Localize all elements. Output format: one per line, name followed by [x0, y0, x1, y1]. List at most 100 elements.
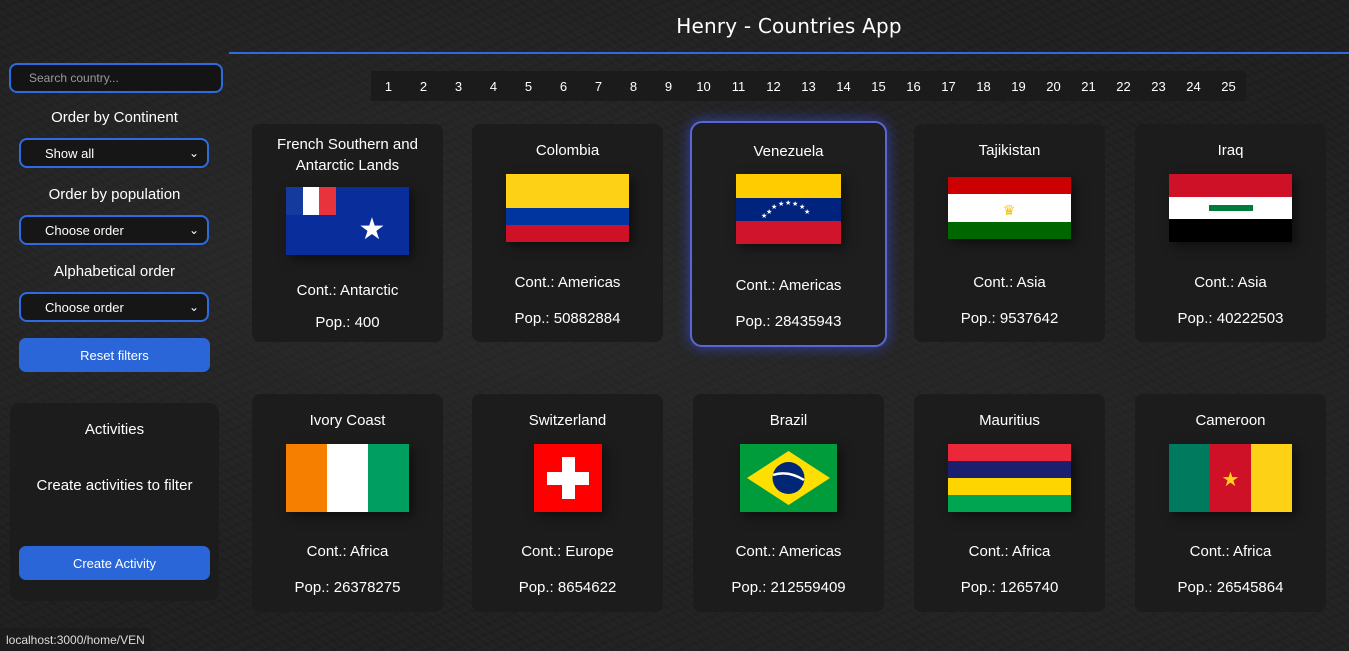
page-button[interactable]: 16	[896, 71, 931, 101]
country-card[interactable]: French Southern and Antarctic Lands ★ Co…	[252, 124, 443, 342]
page-button[interactable]: 2	[406, 71, 441, 101]
country-name: Brazil	[769, 412, 808, 429]
iraq-flag-icon	[1169, 174, 1292, 242]
country-continent: Cont.: Antarctic	[296, 282, 399, 299]
page-button[interactable]: 20	[1036, 71, 1071, 101]
page-button[interactable]: 9	[651, 71, 686, 101]
country-continent: Cont.: Africa	[1189, 543, 1272, 560]
country-continent: Cont.: Asia	[1194, 274, 1267, 291]
page-button[interactable]: 12	[756, 71, 791, 101]
svg-text:★: ★	[792, 200, 798, 208]
country-population: Pop.: 1265740	[960, 579, 1059, 596]
population-select[interactable]: Choose order ⌄	[19, 215, 209, 245]
search-input[interactable]	[9, 63, 223, 93]
cameroon-flag-icon: ★	[1169, 444, 1292, 512]
page-button[interactable]: 10	[686, 71, 721, 101]
pagination: 1 2 3 4 5 6 7 8 9 10 11 12 13 14 15 16 1…	[371, 71, 1246, 101]
country-population: Pop.: 212559409	[731, 579, 846, 596]
page-button[interactable]: 18	[966, 71, 1001, 101]
page-button[interactable]: 3	[441, 71, 476, 101]
page-button[interactable]: 5	[511, 71, 546, 101]
page-button[interactable]: 11	[721, 71, 756, 101]
chevron-down-icon: ⌄	[188, 300, 199, 314]
page-button[interactable]: 22	[1106, 71, 1141, 101]
app-title: Henry - Countries App	[676, 14, 902, 38]
alphabetical-select[interactable]: Choose order ⌄	[19, 292, 209, 322]
page-button[interactable]: 24	[1176, 71, 1211, 101]
continent-filter-label: Order by Continent	[51, 109, 178, 126]
country-name: Venezuela	[753, 143, 824, 160]
country-population: Pop.: 50882884	[514, 310, 621, 327]
chevron-down-icon: ⌄	[188, 146, 199, 160]
country-name: Ivory Coast	[309, 412, 386, 429]
alphabetical-select-value: Choose order	[45, 299, 124, 315]
page-button[interactable]: 4	[476, 71, 511, 101]
title-divider	[229, 52, 1349, 54]
page-button[interactable]: 17	[931, 71, 966, 101]
switzerland-flag-icon	[534, 444, 602, 512]
country-population: Pop.: 40222503	[1177, 310, 1284, 327]
page-button[interactable]: 15	[861, 71, 896, 101]
svg-text:★: ★	[359, 212, 386, 247]
country-name: Cameroon	[1195, 412, 1266, 429]
country-name: Colombia	[535, 142, 600, 159]
create-activity-button[interactable]: Create Activity	[19, 546, 210, 580]
browser-status-url: localhost:3000/home/VEN	[0, 628, 151, 651]
country-population: Pop.: 9537642	[960, 310, 1059, 327]
svg-text:★: ★	[761, 212, 767, 220]
page-button[interactable]: 19	[1001, 71, 1036, 101]
page-button[interactable]: 6	[546, 71, 581, 101]
country-continent: Cont.: Americas	[514, 274, 621, 291]
country-card[interactable]: Cameroon ★ Cont.: Africa Pop.: 26545864	[1135, 394, 1326, 612]
country-population: Pop.: 8654622	[518, 579, 617, 596]
svg-text:★: ★	[1222, 467, 1240, 491]
country-card[interactable]: Tajikistan ♛ Cont.: Asia Pop.: 9537642	[914, 124, 1105, 342]
page-button[interactable]: 14	[826, 71, 861, 101]
country-card[interactable]: Ivory Coast Cont.: Africa Pop.: 26378275	[252, 394, 443, 612]
country-population: Pop.: 26545864	[1177, 579, 1284, 596]
country-name: Tajikistan	[978, 142, 1041, 159]
country-card[interactable]: Switzerland Cont.: Europe Pop.: 8654622	[472, 394, 663, 612]
page-button[interactable]: 8	[616, 71, 651, 101]
country-card[interactable]: Iraq Cont.: Asia Pop.: 40222503	[1135, 124, 1326, 342]
activities-title: Activities	[84, 421, 145, 438]
country-continent: Cont.: Americas	[735, 277, 842, 294]
country-continent: Cont.: Africa	[306, 543, 389, 560]
country-population: Pop.: 400	[315, 314, 380, 331]
country-card[interactable]: Mauritius Cont.: Africa Pop.: 1265740	[914, 394, 1105, 612]
page-button[interactable]: 7	[581, 71, 616, 101]
svg-text:★: ★	[771, 203, 777, 211]
country-population: Pop.: 26378275	[294, 579, 401, 596]
continent-select[interactable]: Show all ⌄	[19, 138, 209, 168]
svg-text:★: ★	[785, 199, 791, 207]
country-card[interactable]: Colombia Cont.: Americas Pop.: 50882884	[472, 124, 663, 342]
mauritius-flag-icon	[948, 444, 1071, 512]
french-southern-flag-icon: ★	[286, 187, 409, 255]
country-card-selected[interactable]: Venezuela ★ ★ ★ ★ ★ ★ ★ ★ Cont.: Americas Pop…	[690, 121, 887, 347]
page-button[interactable]: 13	[791, 71, 826, 101]
country-continent: Cont.: Asia	[973, 274, 1046, 291]
population-filter-label: Order by population	[48, 186, 181, 203]
country-population: Pop.: 28435943	[735, 313, 842, 330]
country-name: Iraq	[1217, 142, 1244, 159]
sidebar: Order by Continent Show all ⌄ Order by p…	[0, 0, 229, 651]
page-button[interactable]: 1	[371, 71, 406, 101]
population-select-value: Choose order	[45, 222, 124, 238]
country-name: Mauritius	[979, 412, 1040, 429]
activities-empty-message: Create activities to filter	[36, 477, 193, 494]
ivory-coast-flag-icon	[286, 444, 409, 512]
svg-text:★: ★	[804, 208, 810, 216]
chevron-down-icon: ⌄	[188, 223, 199, 237]
page-button[interactable]: 21	[1071, 71, 1106, 101]
tajikistan-flag-icon: ♛	[948, 177, 1071, 239]
page-button[interactable]: 23	[1141, 71, 1176, 101]
page-button[interactable]: 25	[1211, 71, 1246, 101]
venezuela-flag-icon: ★★ ★ ★ ★ ★ ★★	[736, 174, 841, 244]
svg-text:★: ★	[778, 200, 784, 208]
country-name: French Southern and Antarctic Lands	[277, 136, 418, 174]
country-card[interactable]: Brazil Cont.: Americas Pop.: 212559409	[693, 394, 884, 612]
reset-filters-button[interactable]: Reset filters	[19, 338, 210, 372]
alphabetical-filter-label: Alphabetical order	[54, 263, 175, 280]
brazil-flag-icon	[740, 444, 837, 512]
svg-text:♛: ♛	[1003, 203, 1016, 219]
